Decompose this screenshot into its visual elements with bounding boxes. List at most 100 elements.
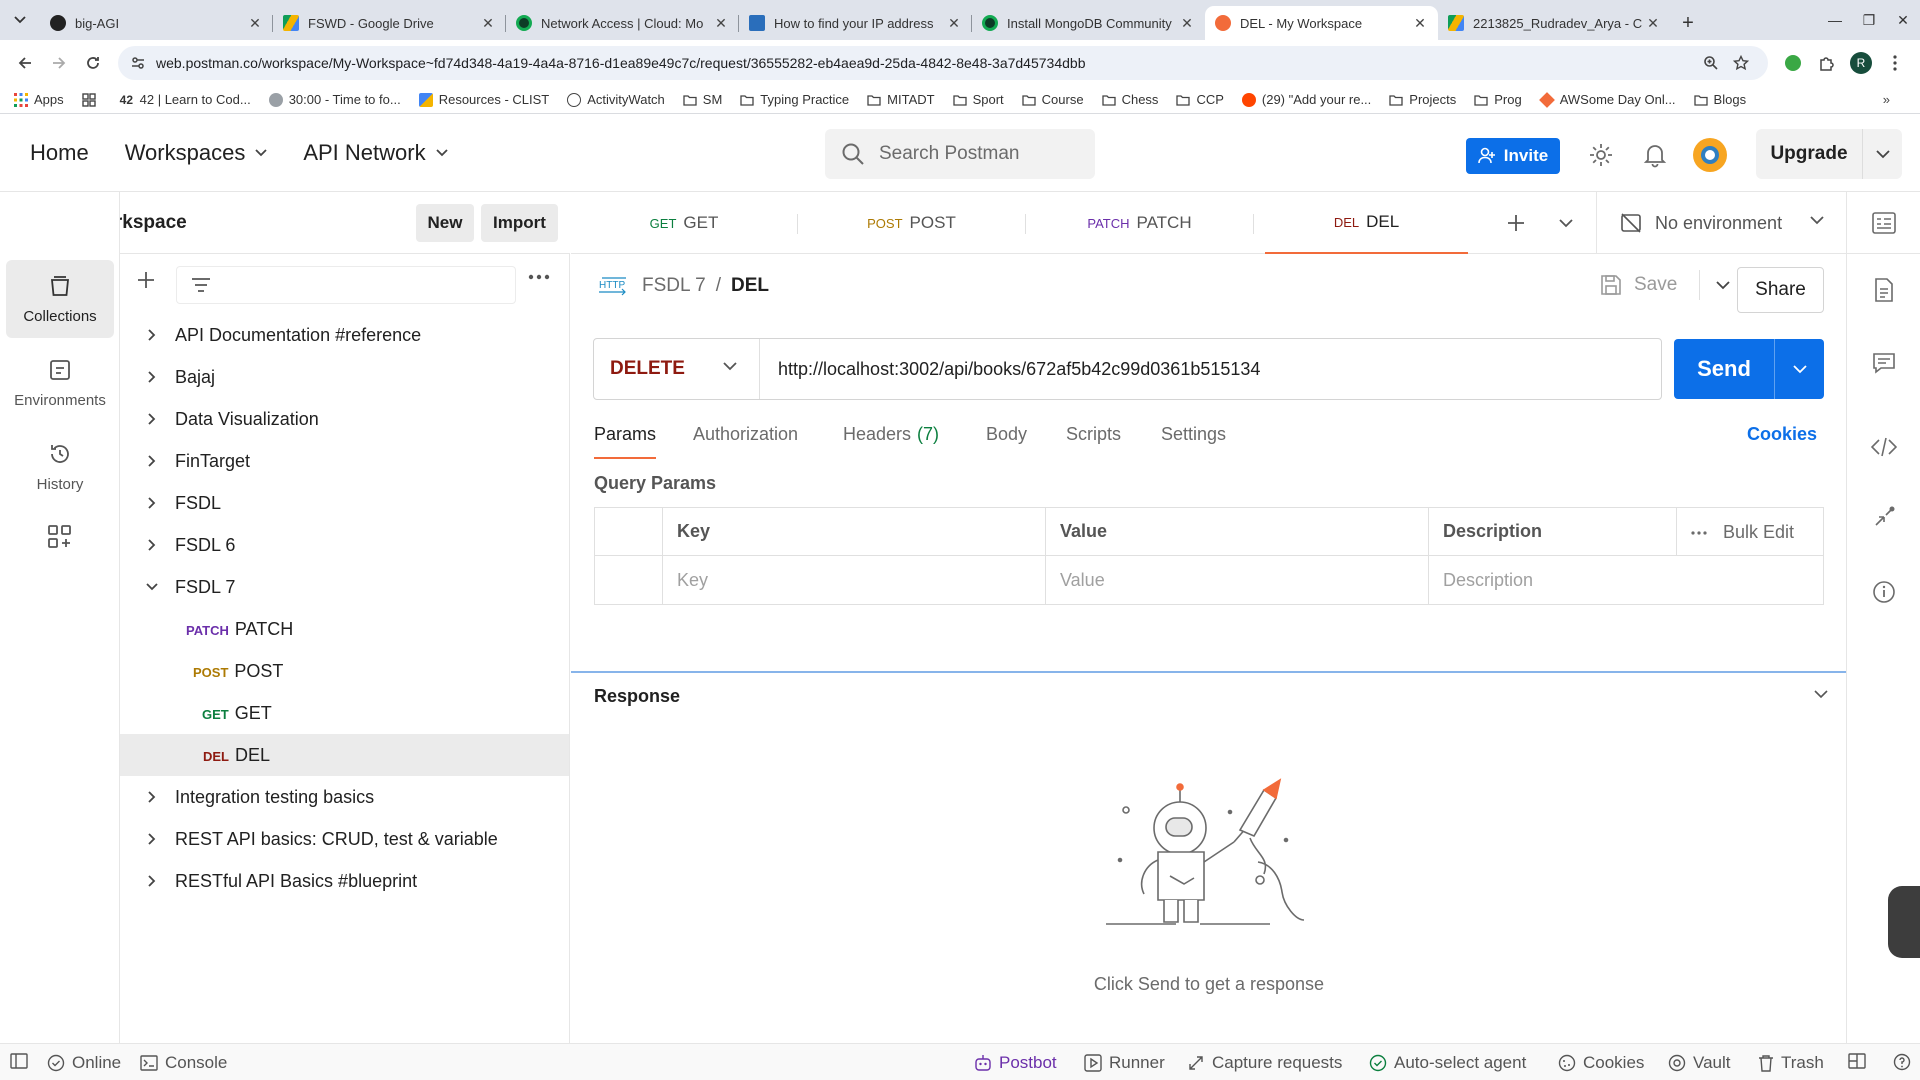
chevron-right-icon[interactable] <box>144 453 160 469</box>
chevron-right-icon[interactable] <box>144 789 160 805</box>
add-collection-icon[interactable] <box>136 270 156 290</box>
bookmark-folder-blogs[interactable]: Blogs <box>1693 92 1746 107</box>
online-status[interactable]: Online <box>47 1053 121 1073</box>
close-icon[interactable]: ✕ <box>247 15 263 31</box>
bookmark-apps[interactable]: Apps <box>14 92 64 107</box>
documentation-icon[interactable] <box>1871 277 1897 303</box>
bookmark-activitywatch[interactable]: ActivityWatch <box>567 92 665 107</box>
chevron-right-icon[interactable] <box>144 537 160 553</box>
runner-button[interactable]: Runner <box>1084 1053 1165 1073</box>
browser-tab[interactable]: Network Access | Cloud: Mo ✕ <box>506 6 739 40</box>
collection-item[interactable]: RESTful API Basics #blueprint <box>120 860 569 902</box>
toggle-sidebar-icon[interactable] <box>10 1053 35 1069</box>
cookies-button[interactable]: Cookies <box>1558 1053 1644 1073</box>
row-checkbox-cell[interactable] <box>595 556 663 604</box>
bookmark-folder-sm[interactable]: SM <box>683 92 722 107</box>
bulk-edit-button[interactable]: Bulk Edit <box>1691 522 1794 543</box>
info-icon[interactable] <box>1871 579 1897 605</box>
request-tab-patch[interactable]: PATCH PATCH <box>1026 192 1253 254</box>
chevron-right-icon[interactable] <box>144 831 160 847</box>
code-snippet-icon[interactable] <box>1871 434 1897 460</box>
upgrade-button[interactable]: Upgrade <box>1756 129 1902 179</box>
bookmark-folder-chess[interactable]: Chess <box>1101 92 1158 107</box>
url-text[interactable]: web.postman.co/workspace/My-Workspace~fd… <box>156 55 1696 71</box>
tab-authorization[interactable]: Authorization <box>693 424 798 445</box>
bookmark-grid[interactable] <box>81 92 102 107</box>
chrome-menu-icon[interactable] <box>1878 46 1912 80</box>
bookmark-aws[interactable]: AWSome Day Onl... <box>1538 91 1676 108</box>
browser-tab[interactable]: FSWD - Google Drive ✕ <box>273 6 506 40</box>
collection-item[interactable]: Bajaj <box>120 356 569 398</box>
request-tab-del[interactable]: DEL DEL <box>1265 192 1468 254</box>
close-window-icon[interactable]: ✕ <box>1886 0 1920 40</box>
close-icon[interactable]: ✕ <box>1412 15 1428 31</box>
chevron-down-icon[interactable] <box>1716 280 1730 290</box>
close-icon[interactable]: ✕ <box>480 15 496 31</box>
chevron-right-icon[interactable] <box>144 327 160 343</box>
rail-history[interactable]: History <box>6 428 114 506</box>
browser-tab[interactable]: big-AGI ✕ <box>40 6 273 40</box>
browser-tab[interactable]: 2213825_Rudradev_Arya - C ✕ <box>1438 6 1671 40</box>
chevron-right-icon[interactable] <box>144 495 160 511</box>
send-dropdown[interactable] <box>1774 339 1824 399</box>
chevron-right-icon[interactable] <box>144 369 160 385</box>
bookmark-clist[interactable]: Resources - CLIST <box>418 92 549 107</box>
request-item[interactable]: PATCH PATCH <box>120 608 569 650</box>
close-icon[interactable]: ✕ <box>946 15 962 31</box>
settings-gear-icon[interactable] <box>1587 141 1615 169</box>
environment-quicklook-icon[interactable] <box>1871 210 1897 236</box>
http-method-select[interactable]: DELETE <box>594 339 760 399</box>
send-button[interactable]: Send <box>1674 339 1824 399</box>
vault-button[interactable]: Vault <box>1668 1053 1731 1073</box>
postbot-button[interactable]: Postbot <box>974 1053 1057 1073</box>
collection-item[interactable]: FSDL 6 <box>120 524 569 566</box>
request-item[interactable]: GET GET <box>120 692 569 734</box>
nav-api-network[interactable]: API Network <box>303 140 448 166</box>
request-item[interactable]: DEL DEL <box>120 734 569 776</box>
param-key-input[interactable]: Key <box>663 556 1046 604</box>
bookmark-reddit[interactable]: (29) "Add your re... <box>1241 92 1371 107</box>
browser-tab-active[interactable]: DEL - My Workspace ✕ <box>1205 6 1438 40</box>
bookmark-folder-ccp[interactable]: CCP <box>1176 92 1224 107</box>
postbot-floating-button[interactable] <box>1888 886 1920 958</box>
invite-button[interactable]: Invite <box>1466 138 1560 174</box>
rail-environments[interactable]: Environments <box>6 344 114 422</box>
user-avatar[interactable] <box>1693 138 1727 172</box>
tab-params[interactable]: Params <box>594 424 657 459</box>
collection-item[interactable]: Data Visualization <box>120 398 569 440</box>
collection-item[interactable]: API Documentation #reference <box>120 314 569 356</box>
close-icon[interactable]: ✕ <box>1179 15 1195 31</box>
forward-button[interactable] <box>42 46 76 80</box>
more-options-icon[interactable] <box>528 274 550 280</box>
star-icon[interactable] <box>1726 55 1756 71</box>
help-icon[interactable] <box>1893 1053 1918 1071</box>
browser-tab[interactable]: How to find your IP address ✕ <box>739 6 972 40</box>
save-button[interactable]: Save <box>1600 270 1730 300</box>
collection-item[interactable]: FSDL 7 <box>120 566 569 608</box>
new-request-tab-button[interactable] <box>1491 192 1541 254</box>
search-input[interactable]: Search Postman <box>825 129 1095 179</box>
auto-select-agent-button[interactable]: Auto-select agent <box>1369 1053 1526 1073</box>
bookmark-folder-mitadt[interactable]: MITADT <box>867 92 935 107</box>
layout-toggle-icon[interactable] <box>1848 1053 1873 1069</box>
bookmark-42[interactable]: 42 42 | Learn to Cod... <box>120 92 251 107</box>
rail-more[interactable] <box>6 512 114 572</box>
capture-requests-button[interactable]: Capture requests <box>1187 1053 1342 1073</box>
zoom-icon[interactable] <box>1696 55 1726 71</box>
upgrade-dropdown[interactable] <box>1862 129 1902 179</box>
new-button[interactable]: New <box>416 204 474 242</box>
nav-workspaces[interactable]: Workspaces <box>125 140 268 166</box>
chevron-right-icon[interactable] <box>144 873 160 889</box>
collection-item[interactable]: FSDL <box>120 482 569 524</box>
notifications-bell-icon[interactable] <box>1641 141 1669 169</box>
chevron-down-icon[interactable] <box>1814 690 1828 699</box>
related-collections-icon[interactable] <box>1871 504 1897 530</box>
profile-button[interactable]: R <box>1844 46 1878 80</box>
tab-headers[interactable]: Headers (7) <box>843 424 939 445</box>
collection-item[interactable]: Integration testing basics <box>120 776 569 818</box>
restore-icon[interactable]: ❐ <box>1852 0 1886 40</box>
back-button[interactable] <box>8 46 42 80</box>
bookmark-folder-projects[interactable]: Projects <box>1389 92 1456 107</box>
new-tab-button[interactable]: + <box>1671 6 1705 40</box>
filter-input[interactable] <box>176 266 516 304</box>
